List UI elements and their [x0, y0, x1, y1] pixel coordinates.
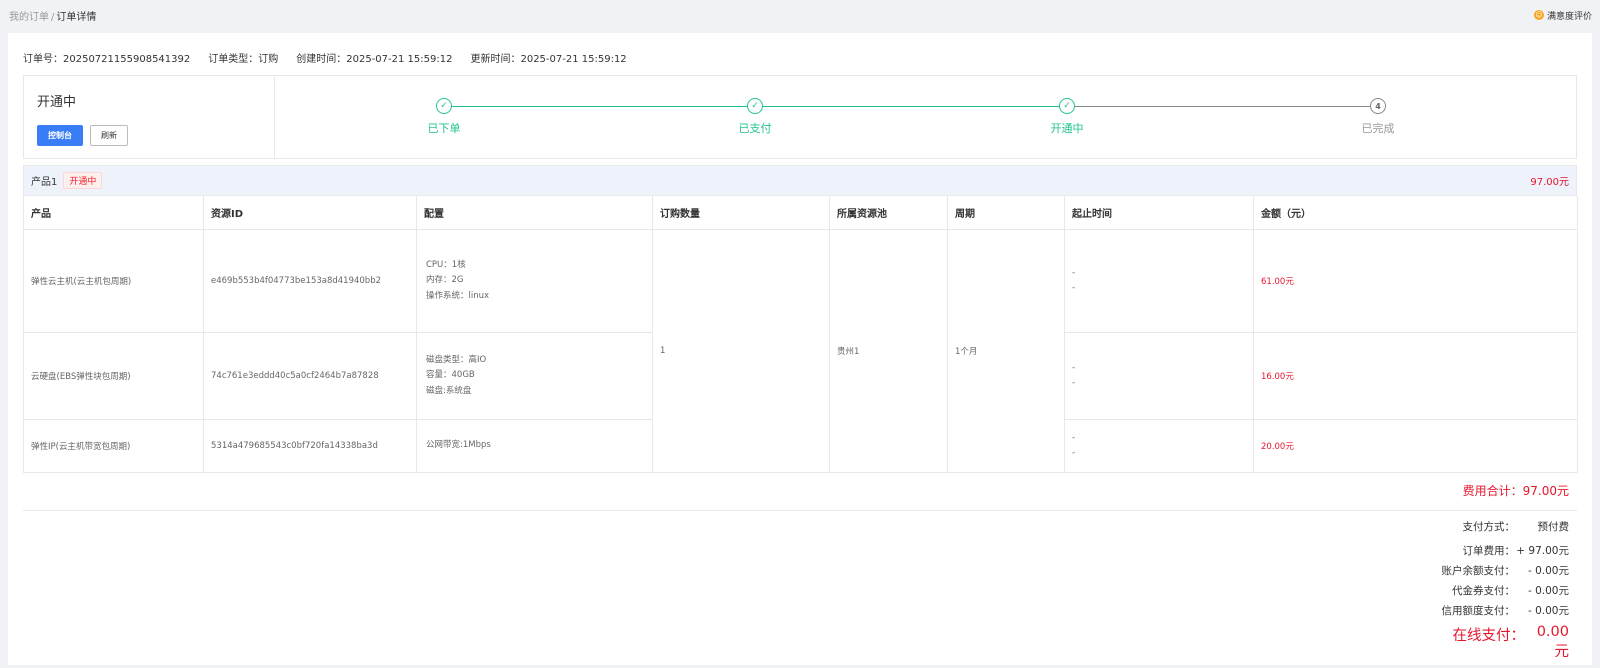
- cell-period: 1个月: [947, 229, 1065, 473]
- progress-line-pending: [1067, 106, 1378, 107]
- cell-config: CPU：1核 内存：2G 操作系统：linux: [416, 229, 653, 333]
- column-header-period: 周期: [947, 195, 1065, 230]
- cell-product: 弹性IP(云主机带宽包周期): [23, 419, 204, 473]
- breadcrumb-my-orders[interactable]: 我的订单: [9, 12, 49, 23]
- status-summary: 开通中 控制台 刷新: [24, 76, 275, 158]
- cell-product: 弹性云主机(云主机包周期): [23, 229, 204, 333]
- cell-config: 磁盘类型：高IO 容量：40GB 磁盘:系统盘: [416, 332, 653, 420]
- step-completed-number-icon: 4: [1370, 98, 1386, 114]
- column-header-amount: 金额（元）: [1253, 195, 1578, 230]
- cell-config: 公网带宽:1Mbps: [416, 419, 653, 473]
- cell-amount: 16.00元: [1253, 332, 1578, 420]
- range-start: -: [1072, 267, 1076, 278]
- online-payment-label: 在线支付：: [1452, 628, 1526, 644]
- column-header-time-range: 起止时间: [1064, 195, 1254, 230]
- config-line: 内存：2G: [426, 275, 464, 286]
- credit-payment-label: 信用额度支付：: [1441, 605, 1516, 617]
- range-end: -: [1072, 283, 1076, 293]
- cell-time-range: - -: [1064, 419, 1254, 473]
- online-payment-row: 在线支付： 0.00元: [1309, 624, 1570, 661]
- order-detail-card: 订单号：20250721155908541392 订单类型：订购 创建时间：20…: [8, 33, 1592, 665]
- satisfaction-label: 满意度评价: [1546, 11, 1592, 22]
- top-bar: 我的订单 / 订单详情 ☺ 满意度评价: [0, 0, 1600, 30]
- credit-payment-row: 信用额度支付： - 0.00元: [1309, 603, 1570, 618]
- product-header: 产品1 开通中 97.00元: [23, 165, 1577, 195]
- range-start: -: [1072, 432, 1076, 443]
- breadcrumb-current: 订单详情: [56, 11, 97, 23]
- voucher-payment-value: - 0.00元: [1527, 585, 1569, 597]
- breadcrumb-separator: /: [51, 11, 55, 23]
- cell-resource-id: e469b553b4f04773be153a8d41940bb2: [203, 229, 417, 333]
- column-header-product: 产品: [23, 195, 204, 230]
- cell-time-range: - -: [1064, 229, 1254, 333]
- voucher-payment-row: 代金券支付： - 0.00元: [1309, 583, 1569, 598]
- order-fee-value: + 97.00元: [1516, 545, 1569, 557]
- balance-payment-label: 账户余额支付：: [1441, 565, 1516, 577]
- column-header-config: 配置: [416, 195, 653, 230]
- config-line: 容量：40GB: [426, 370, 475, 381]
- payment-method-value: 预付费: [1537, 521, 1570, 533]
- status-badge: 开通中: [63, 172, 103, 189]
- step-provisioning-check-icon: ✓: [1059, 98, 1075, 114]
- order-fee-row: 订单费用： + 97.00元: [1309, 543, 1570, 558]
- order-type: 订单类型：订购: [208, 54, 279, 65]
- step-paid-check-icon: ✓: [747, 98, 763, 114]
- cell-amount: 20.00元: [1253, 419, 1578, 473]
- step-paid-label: 已支付: [738, 122, 772, 135]
- step-ordered-check-icon: ✓: [436, 98, 452, 114]
- cell-amount: 61.00元: [1253, 229, 1578, 333]
- divider: [23, 510, 1577, 511]
- range-start: -: [1072, 362, 1076, 373]
- column-header-resource-id: 资源ID: [203, 195, 417, 230]
- product-price: 97.00元: [1530, 177, 1569, 188]
- cell-resource-pool: 贵州1: [829, 229, 948, 473]
- breadcrumb: 我的订单 / 订单详情: [9, 8, 96, 23]
- console-button[interactable]: 控制台: [37, 125, 83, 146]
- refresh-button[interactable]: 刷新: [90, 125, 128, 146]
- satisfaction-link[interactable]: ☺ 满意度评价: [1533, 9, 1592, 22]
- order-status-panel: 开通中 控制台 刷新 ✓ 已下单 ✓ 已支付 ✓ 开通中 4 已完成: [23, 75, 1577, 159]
- cell-resource-id: 74c761e3eddd40c5a0cf2464b7a87828: [203, 332, 417, 420]
- smile-icon: ☺: [1533, 10, 1544, 20]
- config-line: 磁盘类型：高IO: [426, 354, 487, 365]
- step-completed-label: 已完成: [1361, 122, 1395, 135]
- order-fee-label: 订单费用：: [1462, 545, 1516, 557]
- order-items-table: 产品 资源ID 配置 订购数量 所属资源池 周期 起止时间 金额（元） 弹性云主…: [23, 195, 1578, 473]
- status-title: 开通中: [37, 95, 77, 110]
- config-line: 公网带宽:1Mbps: [426, 440, 491, 451]
- order-meta: 订单号：20250721155908541392 订单类型：订购 创建时间：20…: [23, 50, 645, 65]
- range-end: -: [1072, 378, 1076, 388]
- total-fee: 费用合计：97.00元: [1462, 484, 1569, 498]
- balance-payment-value: - 0.00元: [1527, 565, 1569, 577]
- range-end: -: [1072, 448, 1076, 458]
- product-name: 产品1: [31, 177, 58, 188]
- payment-method-label: 支付方式：: [1462, 521, 1516, 533]
- config-line: CPU：1核: [426, 259, 466, 270]
- order-progress-steps: ✓ 已下单 ✓ 已支付 ✓ 开通中 4 已完成: [275, 76, 1576, 158]
- cell-product: 云硬盘(EBS弹性块包周期): [23, 332, 204, 420]
- config-line: 操作系统：linux: [426, 290, 490, 301]
- step-ordered-label: 已下单: [427, 122, 461, 135]
- column-header-quantity: 订购数量: [652, 195, 830, 230]
- updated-time: 更新时间：2025-07-21 15:59:12: [470, 54, 627, 65]
- table-header-row: 产品 资源ID 配置 订购数量 所属资源池 周期 起止时间 金额（元）: [23, 195, 1578, 230]
- config-line: 磁盘:系统盘: [426, 385, 472, 396]
- credit-payment-value: - 0.00元: [1527, 605, 1569, 617]
- column-header-resource-pool: 所属资源池: [829, 195, 948, 230]
- balance-payment-row: 账户余额支付： - 0.00元: [1309, 563, 1570, 578]
- created-time: 创建时间：2025-07-21 15:59:12: [296, 54, 453, 65]
- cell-resource-id: 5314a479685543c0bf720fa14338ba3d: [203, 419, 417, 473]
- voucher-payment-label: 代金券支付：: [1452, 585, 1515, 597]
- cell-time-range: - -: [1064, 332, 1254, 420]
- step-provisioning-label: 开通中: [1050, 122, 1084, 135]
- cell-quantity: 1: [652, 229, 830, 473]
- payment-method-row: 支付方式： 预付费: [1309, 519, 1570, 534]
- online-payment-value: 0.00元: [1536, 624, 1569, 660]
- order-number: 订单号：20250721155908541392: [23, 54, 191, 65]
- table-row: 弹性云主机(云主机包周期) e469b553b4f04773be153a8d41…: [23, 229, 1578, 473]
